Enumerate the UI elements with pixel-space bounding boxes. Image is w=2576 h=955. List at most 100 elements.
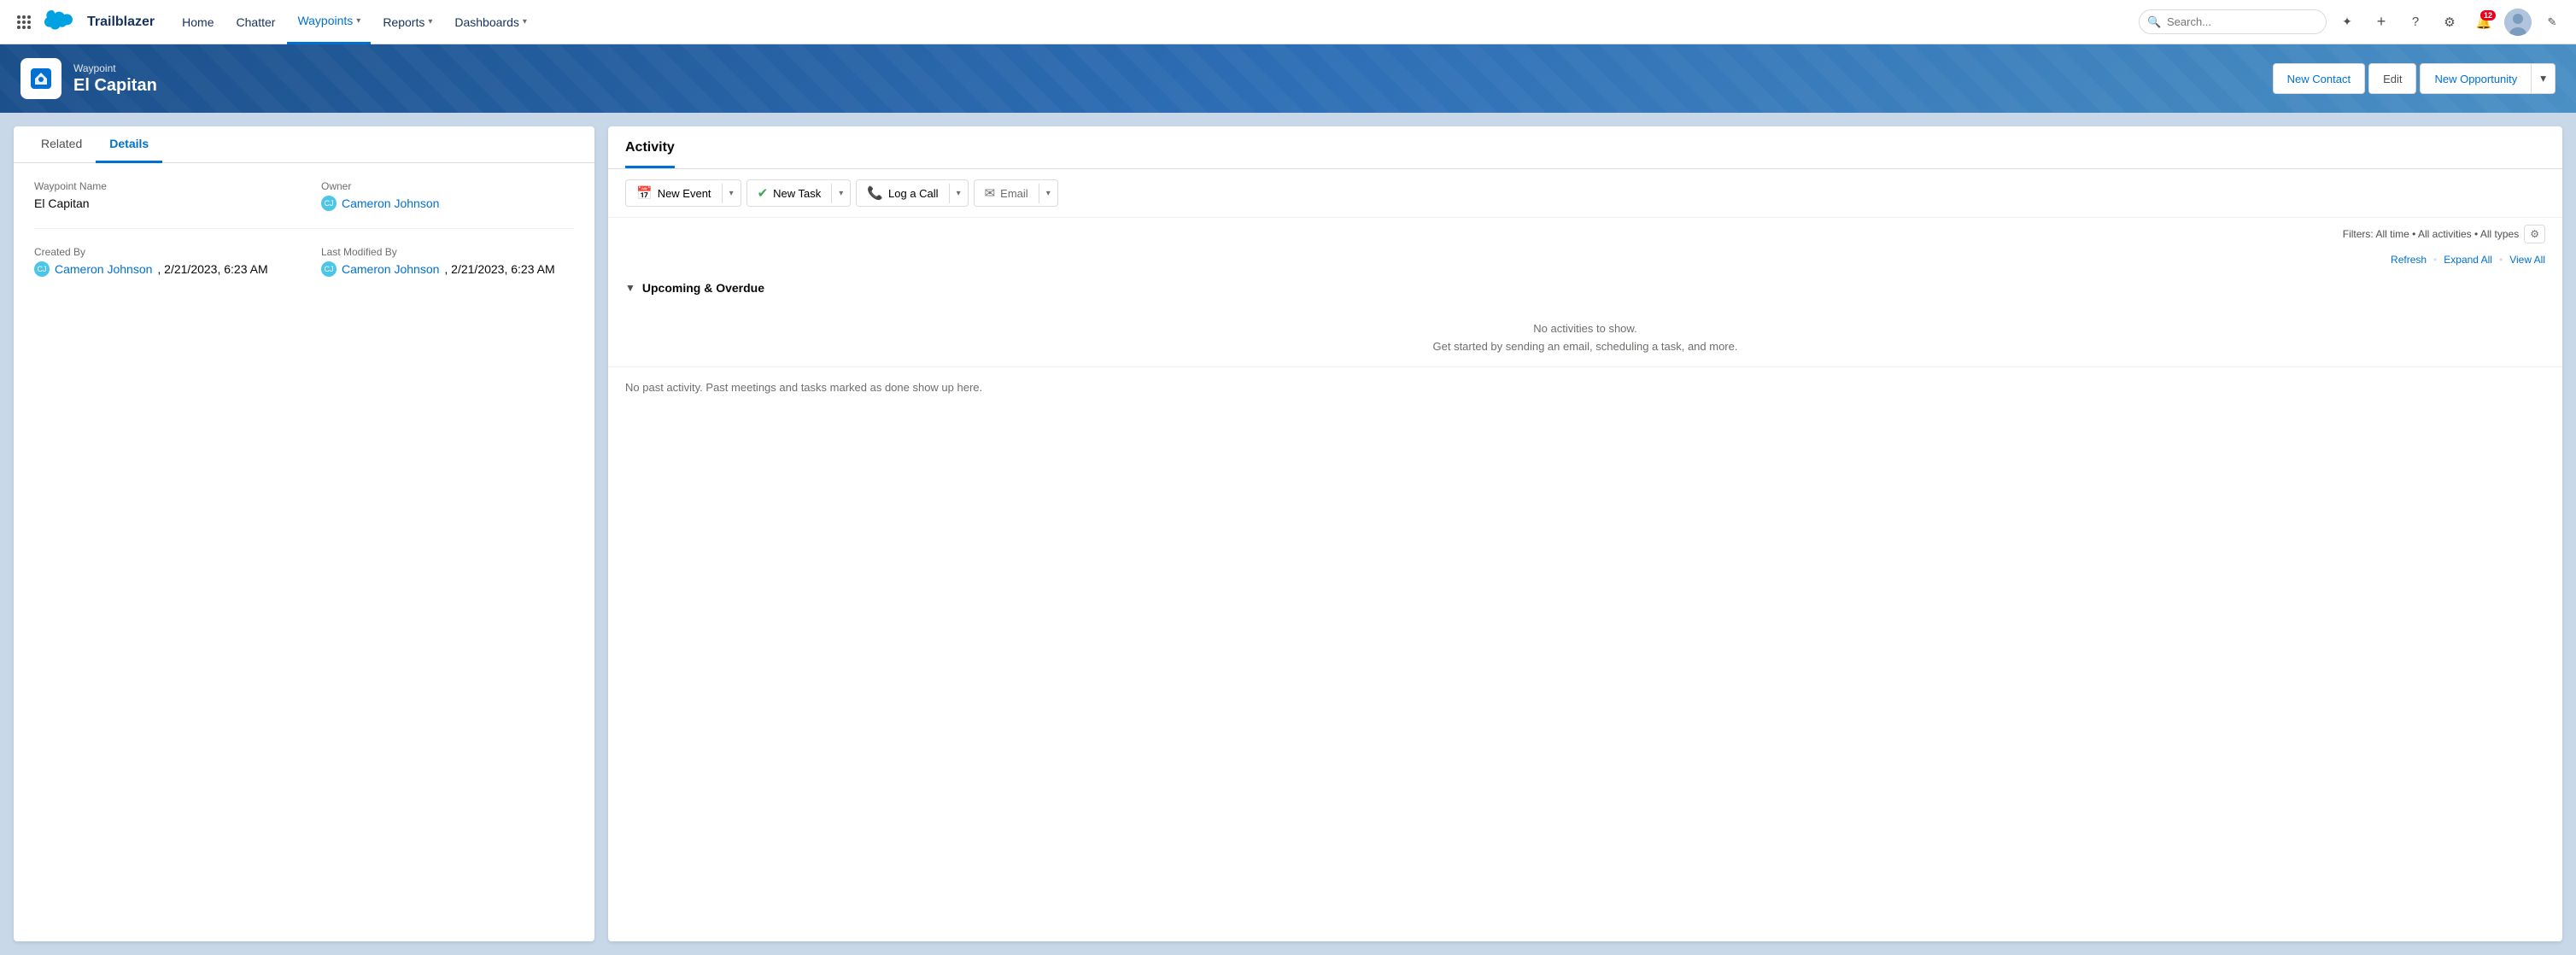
search-container: 🔍 <box>2139 9 2327 34</box>
edit-button[interactable]: Edit <box>2368 63 2416 94</box>
created-by-field: Created By CJ Cameron Johnson , 2/21/202… <box>34 246 287 277</box>
log-call-button[interactable]: 📞 Log a Call <box>857 180 948 206</box>
email-icon: ✉ <box>985 185 996 201</box>
last-modified-value: CJ Cameron Johnson , 2/21/2023, 6:23 AM <box>321 261 574 277</box>
help-button[interactable]: ? <box>2402 9 2429 36</box>
past-activity-note: No past activity. Past meetings and task… <box>608 366 2562 407</box>
new-event-button[interactable]: 📅 New Event <box>626 180 722 206</box>
nav-items: Home Chatter Waypoints ▾ Reports ▾ Dashb… <box>172 0 2139 44</box>
new-opportunity-dropdown-button[interactable]: ▾ <box>2532 63 2556 94</box>
phone-icon: 📞 <box>867 185 883 201</box>
upcoming-header[interactable]: ▼ Upcoming & Overdue <box>625 272 2545 303</box>
right-panel: Activity 📅 New Event ▾ ✔ New Task ▾ <box>608 126 2562 941</box>
header-title-group: Waypoint El Capitan <box>73 62 157 96</box>
created-by-value: CJ Cameron Johnson , 2/21/2023, 6:23 AM <box>34 261 287 277</box>
tab-details[interactable]: Details <box>96 126 162 163</box>
app-switcher-icon: ✎ <box>2548 15 2557 29</box>
customize-button[interactable]: ✦ <box>2333 9 2361 36</box>
add-button[interactable]: + <box>2368 9 2395 36</box>
activity-links-row: Refresh • Expand All • View All <box>608 250 2562 272</box>
waypoint-icon-box <box>20 58 61 99</box>
header-left: Waypoint El Capitan <box>20 58 157 99</box>
owner-avatar: CJ <box>321 196 337 211</box>
activity-actions: 📅 New Event ▾ ✔ New Task ▾ 📞 Log a Call <box>608 169 2562 218</box>
header-actions: New Contact Edit New Opportunity ▾ <box>2273 63 2556 94</box>
avatar-image <box>2504 9 2532 36</box>
new-contact-button[interactable]: New Contact <box>2273 63 2365 94</box>
filter-settings-icon: ⚙ <box>2530 228 2539 240</box>
waypoint-name-label: Waypoint Name <box>34 180 287 192</box>
panel-tabs: Related Details <box>14 126 594 163</box>
filters-text: Filters: All time • All activities • All… <box>2343 228 2519 240</box>
grid-icon <box>17 15 31 29</box>
log-call-dropdown-button[interactable]: ▾ <box>949 184 968 203</box>
task-icon: ✔ <box>758 185 769 201</box>
activity-header: Activity <box>608 126 2562 169</box>
last-modified-field: Last Modified By CJ Cameron Johnson , 2/… <box>321 246 574 277</box>
header-breadcrumb: Waypoint <box>73 62 157 74</box>
nav-item-waypoints[interactable]: Waypoints ▾ <box>287 0 371 44</box>
new-task-dropdown-button[interactable]: ▾ <box>831 184 850 203</box>
owner-value: CJ Cameron Johnson ↗ <box>321 196 574 211</box>
view-all-link[interactable]: View All <box>2509 254 2545 266</box>
search-input[interactable] <box>2139 9 2327 34</box>
nav-item-home[interactable]: Home <box>172 0 224 44</box>
activity-empty-state: No activities to show. Get started by se… <box>625 303 2545 366</box>
new-event-dropdown-button[interactable]: ▾ <box>722 184 741 203</box>
app-name: Trailblazer <box>87 15 155 30</box>
app-launcher-button[interactable] <box>10 9 38 36</box>
filters-row: Filters: All time • All activities • All… <box>608 218 2562 250</box>
separator-1: • <box>2433 254 2437 266</box>
created-by-date: , 2/21/2023, 6:23 AM <box>157 262 267 276</box>
nav-item-chatter[interactable]: Chatter <box>226 0 286 44</box>
help-icon: ? <box>2412 15 2419 29</box>
email-button[interactable]: ✉ Email <box>975 180 1039 206</box>
owner-link[interactable]: Cameron Johnson <box>342 196 439 210</box>
left-panel: Related Details Waypoint Name El Capitan… <box>14 126 594 941</box>
setup-button[interactable]: ⚙ <box>2436 9 2463 36</box>
log-call-btn-group: 📞 Log a Call ▾ <box>856 179 968 207</box>
last-modified-avatar: CJ <box>321 261 337 277</box>
expand-all-link[interactable]: Expand All <box>2444 254 2492 266</box>
notification-badge: 12 <box>2480 10 2496 21</box>
refresh-link[interactable]: Refresh <box>2391 254 2427 266</box>
gear-icon: ⚙ <box>2444 15 2455 30</box>
app-launcher[interactable] <box>10 9 38 36</box>
waypoint-name-field: Waypoint Name El Capitan ✏ <box>34 180 287 211</box>
waypoints-chevron-icon: ▾ <box>356 16 360 26</box>
new-task-button[interactable]: ✔ New Task <box>747 180 832 206</box>
last-modified-label: Last Modified By <box>321 246 574 258</box>
waypoint-name-row: Waypoint Name El Capitan ✏ Owner CJ Came… <box>34 180 574 211</box>
nav-item-reports[interactable]: Reports ▾ <box>372 0 442 44</box>
email-btn-group: ✉ Email ▾ <box>974 179 1058 207</box>
plus-icon: + <box>2377 13 2386 31</box>
new-opportunity-group: New Opportunity ▾ <box>2420 63 2556 94</box>
filter-settings-button[interactable]: ⚙ <box>2524 225 2545 243</box>
metadata-row: Created By CJ Cameron Johnson , 2/21/202… <box>34 246 574 277</box>
reports-chevron-icon: ▾ <box>428 17 432 26</box>
created-by-link[interactable]: Cameron Johnson <box>55 262 152 276</box>
email-dropdown-button[interactable]: ▾ <box>1039 184 1057 203</box>
page-title: El Capitan <box>73 76 157 96</box>
new-task-btn-group: ✔ New Task ▾ <box>746 179 852 207</box>
new-opportunity-button[interactable]: New Opportunity <box>2420 63 2532 94</box>
created-by-label: Created By <box>34 246 287 258</box>
owner-field: Owner CJ Cameron Johnson ↗ <box>321 180 574 211</box>
user-avatar[interactable] <box>2504 9 2532 36</box>
last-modified-date: , 2/21/2023, 6:23 AM <box>444 262 554 276</box>
top-navigation: Trailblazer Home Chatter Waypoints ▾ Rep… <box>0 0 2576 44</box>
waypoint-name-value: El Capitan ✏ <box>34 196 287 210</box>
salesforce-logo <box>44 10 79 34</box>
tab-related[interactable]: Related <box>27 126 96 163</box>
main-content: Related Details Waypoint Name El Capitan… <box>0 113 2576 955</box>
last-modified-link[interactable]: Cameron Johnson <box>342 262 439 276</box>
customize-icon: ✦ <box>2342 15 2352 29</box>
activity-title: Activity <box>625 140 675 168</box>
notifications-button[interactable]: 🔔 12 <box>2470 9 2497 36</box>
waypoint-icon <box>28 66 54 91</box>
app-switcher-button[interactable]: ✎ <box>2538 9 2566 36</box>
upcoming-title: Upcoming & Overdue <box>642 281 764 295</box>
search-icon: 🔍 <box>2147 15 2161 29</box>
created-by-avatar: CJ <box>34 261 50 277</box>
nav-item-dashboards[interactable]: Dashboards ▾ <box>444 0 537 44</box>
